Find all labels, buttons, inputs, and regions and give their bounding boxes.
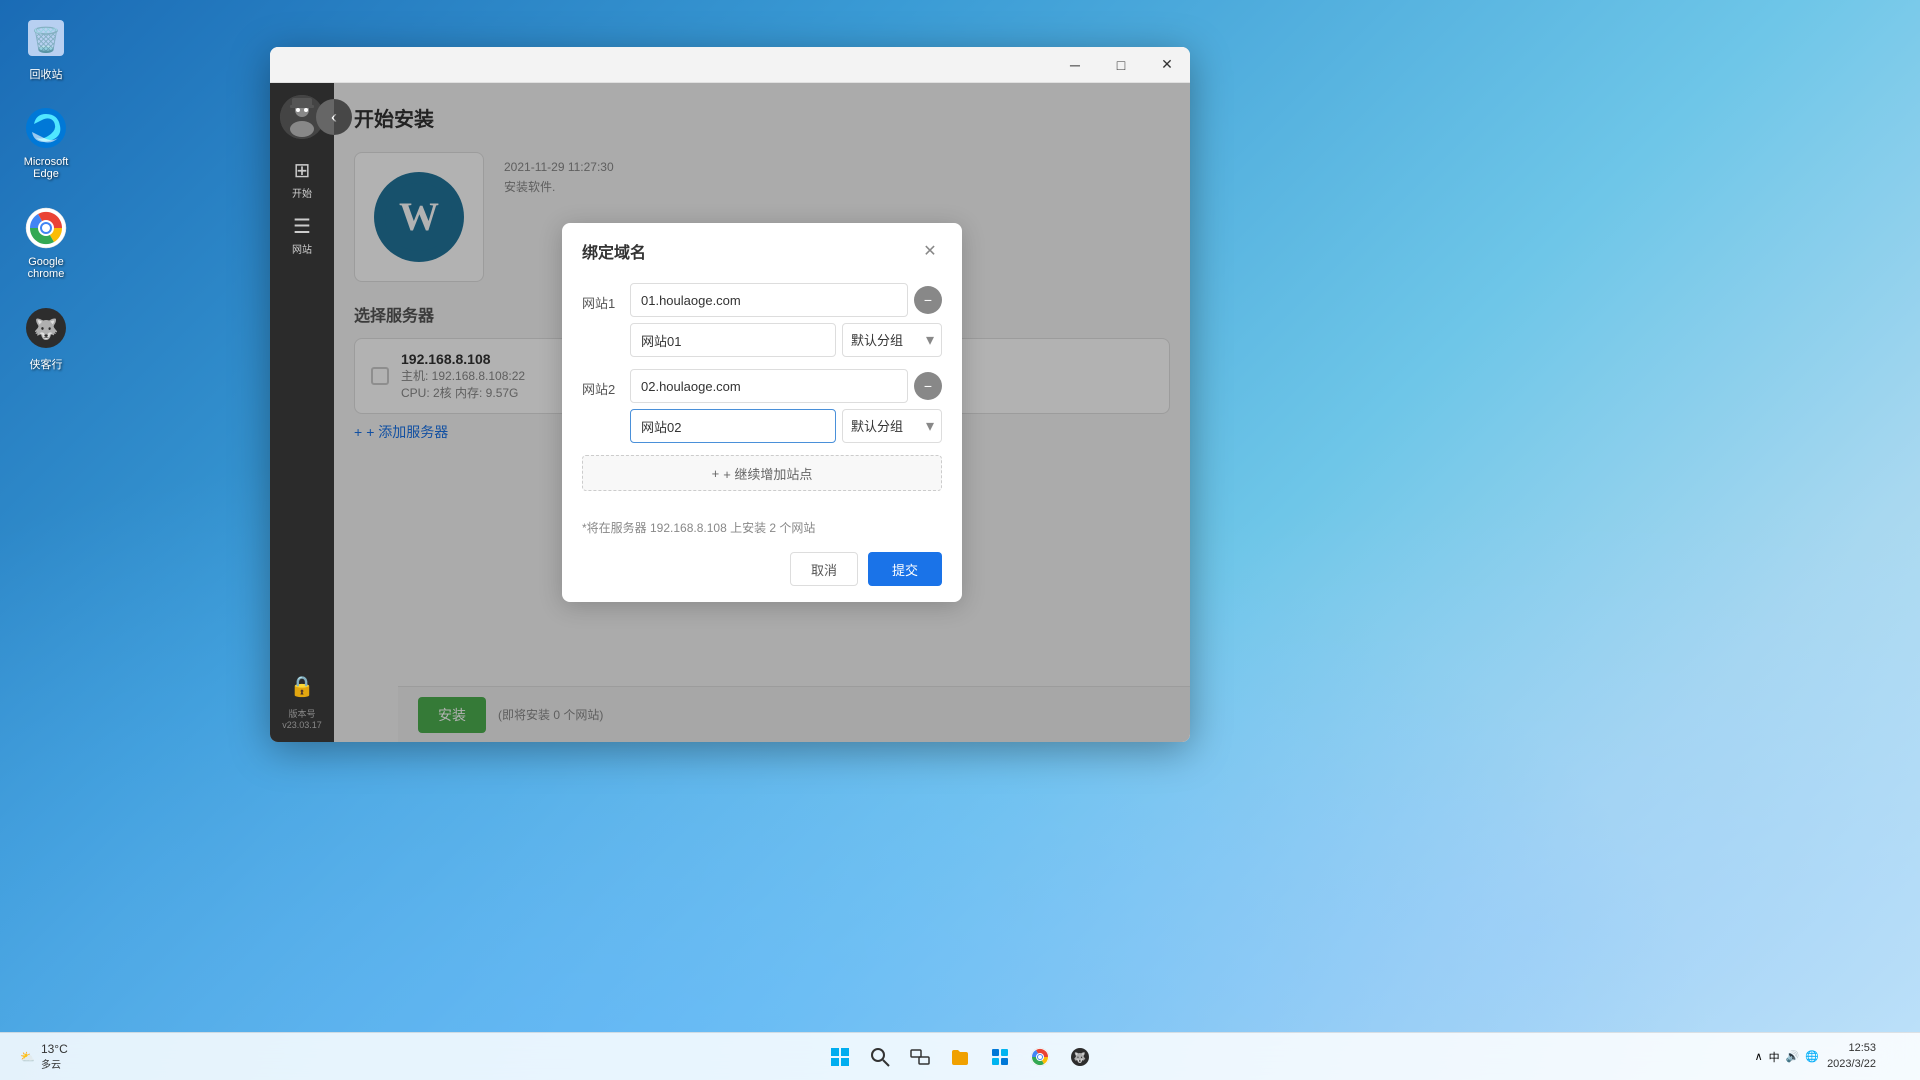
sidebar-item-sites[interactable]: ☰ 网站 <box>278 211 326 259</box>
taskbar-left: ⛅ 13°C 多云 <box>12 1042 76 1071</box>
site2-group-select-wrap: 默认分组 <box>842 409 942 443</box>
clock[interactable]: 12:53 2023/3/22 <box>1827 1041 1876 1072</box>
site2-row: 网站2 − <box>582 369 942 443</box>
add-site-button[interactable]: + + 继续增加站点 <box>582 455 942 491</box>
site2-remove-button[interactable]: − <box>914 372 942 400</box>
site1-group-select[interactable]: 默认分组 <box>842 323 942 357</box>
sites-label: 网站 <box>292 241 312 256</box>
site1-group-select-wrap: 默认分组 <box>842 323 942 357</box>
wolf-label: 侠客行 <box>30 356 63 372</box>
site2-group-select[interactable]: 默认分组 <box>842 409 942 443</box>
volume-icon[interactable]: 🔊 <box>1786 1050 1800 1063</box>
dialog-header: 绑定域名 ✕ <box>562 223 962 275</box>
weather-widget[interactable]: ⛅ 13°C 多云 <box>12 1042 76 1071</box>
edge-icon <box>22 104 70 152</box>
dialog-title: 绑定域名 <box>582 239 646 263</box>
show-desktop-button[interactable] <box>1884 1045 1908 1069</box>
site1-label: 网站1 <box>582 283 622 312</box>
site1-domain-row: − <box>630 283 942 317</box>
sites-icon: ☰ <box>293 214 311 239</box>
app-window: ─ □ ✕ <box>270 47 1190 742</box>
weather-info: 13°C 多云 <box>41 1042 68 1071</box>
recycle-bin-label: 回收站 <box>30 66 63 82</box>
network-icon[interactable]: 🌐 <box>1805 1050 1819 1063</box>
close-button[interactable]: ✕ <box>1144 47 1190 83</box>
minimize-button[interactable]: ─ <box>1052 47 1098 83</box>
window-body: ⊞ 开始 ☰ 网站 🔒 版本号 v23.03.17 <box>270 83 1190 742</box>
site1-name-row: 默认分组 <box>630 323 942 357</box>
cancel-button[interactable]: 取消 <box>790 552 858 586</box>
taskbar-app-button[interactable]: 🐺 <box>1062 1039 1098 1075</box>
chrome-icon <box>22 204 70 252</box>
system-tray: ∧ 中 🔊 🌐 <box>1755 1049 1819 1065</box>
edge-label: Microsoft Edge <box>10 156 82 180</box>
wolf-icon: 🐺 <box>22 304 70 352</box>
search-button[interactable] <box>862 1039 898 1075</box>
site2-name-row: 默认分组 <box>630 409 942 443</box>
site2-domain-input[interactable] <box>630 369 908 403</box>
taskbar: ⛅ 13°C 多云 <box>0 1032 1920 1080</box>
store-button[interactable] <box>982 1039 1018 1075</box>
windows-start-button[interactable] <box>822 1039 858 1075</box>
site1-fields: − 默认分组 <box>630 283 942 357</box>
site1-domain-input[interactable] <box>630 283 908 317</box>
recycle-bin-icon: 🗑️ <box>22 14 70 62</box>
dialog-footer-info: *将在服务器 192.168.8.108 上安装 2 个网站 <box>562 507 962 544</box>
clock-date: 2023/3/22 <box>1827 1057 1876 1072</box>
title-bar-controls: ─ □ ✕ <box>1052 47 1190 83</box>
tray-expand-icon[interactable]: ∧ <box>1755 1050 1763 1063</box>
site1-name-input[interactable] <box>630 323 836 357</box>
dialog-actions: 取消 提交 <box>562 544 962 602</box>
maximize-button[interactable]: □ <box>1098 47 1144 83</box>
bind-domain-dialog: 绑定域名 ✕ 网站1 − <box>562 223 962 602</box>
sidebar-item-home[interactable]: ⊞ 开始 <box>278 155 326 203</box>
desktop-icon-edge[interactable]: Microsoft Edge <box>6 100 86 184</box>
dialog-body: 网站1 − <box>562 275 962 507</box>
site2-fields: − 默认分组 <box>630 369 942 443</box>
sidebar-bottom: 🔒 版本号 v23.03.17 <box>282 674 322 742</box>
site1-row: 网站1 − <box>582 283 942 357</box>
dialog-overlay: 绑定域名 ✕ 网站1 − <box>334 83 1190 742</box>
home-label: 开始 <box>292 185 312 200</box>
task-view-button[interactable] <box>902 1039 938 1075</box>
taskbar-right: ∧ 中 🔊 🌐 12:53 2023/3/22 <box>1755 1041 1908 1072</box>
site2-label: 网站2 <box>582 369 622 398</box>
clock-time: 12:53 <box>1827 1041 1876 1056</box>
site1-remove-button[interactable]: − <box>914 286 942 314</box>
desktop-icon-recycle-bin[interactable]: 🗑️ 回收站 <box>6 10 86 86</box>
lock-icon[interactable]: 🔒 <box>290 674 315 699</box>
taskbar-center: 🐺 <box>822 1039 1098 1075</box>
site2-domain-row: − <box>630 369 942 403</box>
sidebar: ⊞ 开始 ☰ 网站 🔒 版本号 v23.03.17 <box>270 83 334 742</box>
main-area: ‹ 开始安装 W <box>334 83 1190 742</box>
desktop: 🗑️ 回收站 Microsoft Edge <box>0 0 1920 1080</box>
desktop-icon-wolf[interactable]: 🐺 侠客行 <box>6 300 86 376</box>
svg-text:🐺: 🐺 <box>34 317 59 341</box>
weather-icon: ⛅ <box>20 1050 35 1064</box>
chrome-label: Google chrome <box>10 256 82 280</box>
svg-text:🐺: 🐺 <box>1074 1051 1087 1064</box>
file-explorer-button[interactable] <box>942 1039 978 1075</box>
weather-condition: 多云 <box>41 1056 68 1071</box>
version-label: 版本号 v23.03.17 <box>282 707 322 730</box>
language-indicator[interactable]: 中 <box>1769 1049 1780 1065</box>
add-site-plus-icon: + <box>712 466 720 481</box>
submit-button[interactable]: 提交 <box>868 552 942 586</box>
site2-name-input[interactable] <box>630 409 836 443</box>
home-icon: ⊞ <box>294 158 311 183</box>
svg-text:🗑️: 🗑️ <box>31 26 61 54</box>
footer-info-text: *将在服务器 192.168.8.108 上安装 2 个网站 <box>582 521 815 535</box>
taskbar-chrome-button[interactable] <box>1022 1039 1058 1075</box>
temperature: 13°C <box>41 1042 68 1056</box>
desktop-icon-chrome[interactable]: Google chrome <box>6 200 86 284</box>
title-bar: ─ □ ✕ <box>270 47 1190 83</box>
dialog-close-button[interactable]: ✕ <box>918 239 942 263</box>
